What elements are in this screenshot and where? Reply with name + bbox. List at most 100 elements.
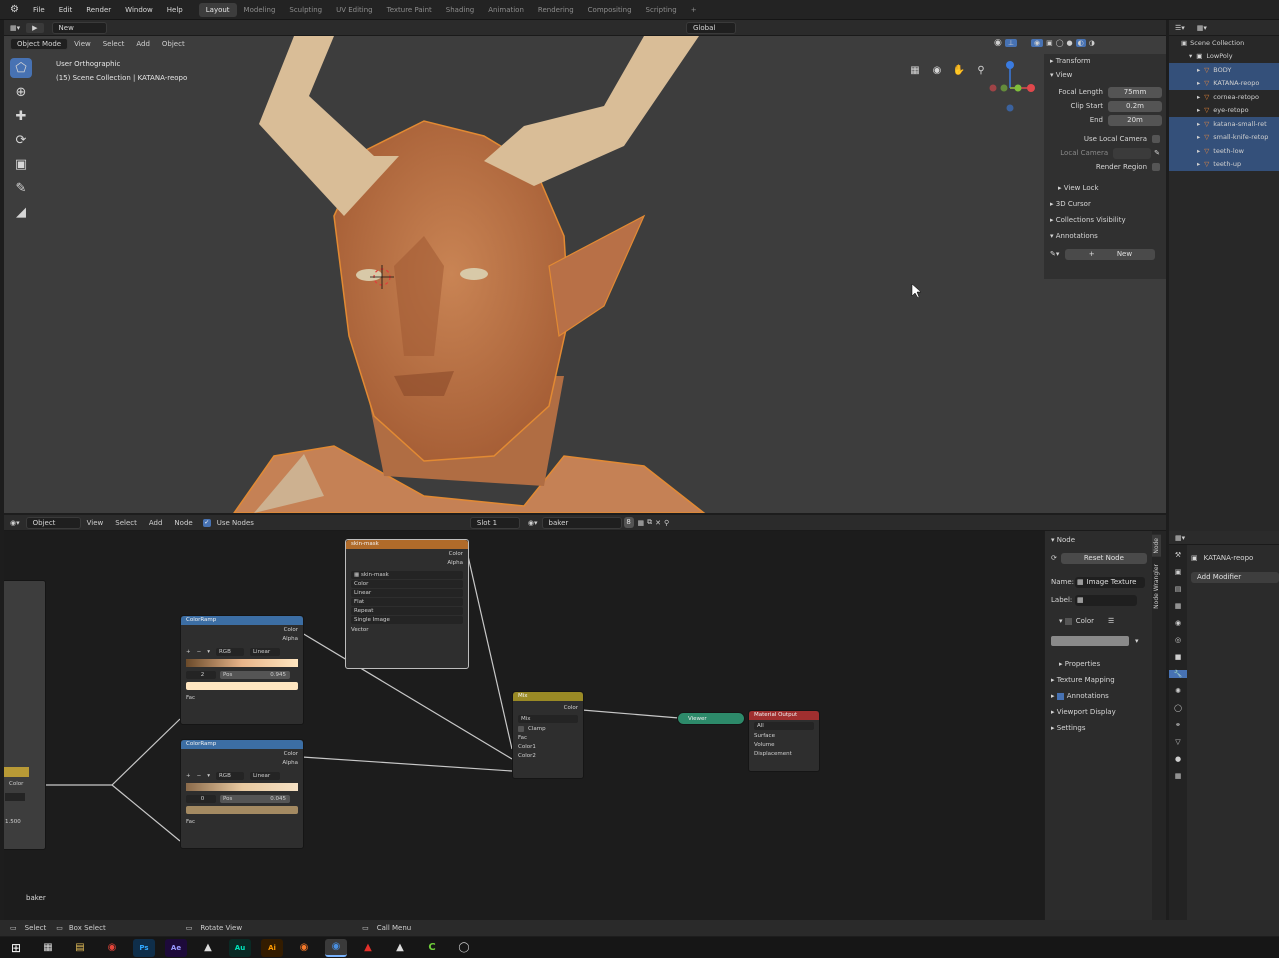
rotate-tool-icon[interactable]: ⟳ [10, 130, 32, 150]
source-dropdown[interactable]: Single Image [351, 616, 463, 624]
tab-rendering[interactable]: Rendering [531, 3, 581, 17]
add-stop-icon[interactable]: + [186, 773, 191, 779]
outliner-object-row[interactable]: ▸ ▽ eye-retopo [1169, 104, 1279, 118]
outliner-object-row[interactable]: ▸ ▽ cornea-retopo [1169, 90, 1279, 104]
outliner-object-row[interactable]: ▸ ▽ small-knife-retop [1169, 130, 1279, 144]
physics-tab-icon[interactable]: ◯ [1169, 704, 1187, 712]
editor-type-icon[interactable]: ▦▾ [4, 23, 26, 33]
scene-tab-icon[interactable]: ◉ [1169, 619, 1187, 627]
texture-mapping-section[interactable]: ▸ Texture Mapping [1045, 673, 1152, 687]
menu-render[interactable]: Render [80, 3, 117, 17]
disclosure-arrow-icon[interactable]: ▸ [1197, 133, 1200, 141]
view-section[interactable]: ▾ View [1044, 68, 1166, 82]
object-dropdown[interactable]: Object [25, 516, 81, 529]
colorramp2-interp[interactable]: Linear [249, 771, 280, 780]
colorramp2-gradient[interactable] [186, 783, 298, 791]
outliner-object-row[interactable]: ▸ ▽ teeth-low [1169, 144, 1279, 158]
focal-length-field[interactable]: 75mm [1108, 86, 1162, 98]
clip-start-field[interactable]: 0.2m [1108, 100, 1162, 112]
axis-gizmo[interactable] [984, 58, 1040, 114]
gizmo-toggle-icon[interactable]: ⊥ [1004, 39, 1017, 47]
disclosure-arrow-icon[interactable]: ▸ [1197, 93, 1200, 101]
left-partial-node[interactable]: Color 1.500 [4, 580, 46, 850]
outliner-object-row[interactable]: ▸ ▽ katana-small-ret [1169, 117, 1279, 131]
node-menu-add[interactable]: Add [143, 518, 169, 528]
remove-stop-icon[interactable]: − [197, 773, 202, 779]
viewport-display-section[interactable]: ▸ Viewport Display [1045, 705, 1152, 719]
color-presets-icon[interactable]: ☰ [1108, 617, 1114, 625]
modifier-tab-icon[interactable]: 🔧 [1169, 670, 1187, 678]
node-menu-select[interactable]: Select [109, 518, 143, 528]
after-effects-icon[interactable]: Ae [165, 938, 187, 957]
scale-tool-icon[interactable]: ▣ [10, 154, 32, 174]
3d-viewport[interactable]: User Orthographic (15) Scene Collection … [4, 36, 1166, 513]
projection-dropdown[interactable]: Flat [351, 598, 463, 606]
measure-tool-icon[interactable]: ◢ [10, 202, 32, 222]
colorramp2-pos-field[interactable]: Pos 0.045 [220, 794, 290, 803]
use-local-camera-checkbox[interactable] [1152, 135, 1160, 143]
tab-texture-paint[interactable]: Texture Paint [380, 3, 439, 17]
material-output-node[interactable]: Material Output All Surface Volume Displ… [748, 710, 820, 772]
menu-select[interactable]: Select [97, 39, 131, 49]
tab-modeling[interactable]: Modeling [237, 3, 283, 17]
colorramp1-gradient[interactable] [186, 659, 298, 667]
interpolation-dropdown[interactable]: Linear [351, 589, 463, 597]
left-node-value[interactable]: 1.500 [5, 819, 21, 825]
disclosure-arrow-icon[interactable]: ▸ [1197, 106, 1200, 114]
annotations-checkbox[interactable] [1056, 692, 1064, 700]
audition-icon[interactable]: Au [229, 938, 251, 957]
view-lock-section[interactable]: ▸ View Lock [1044, 181, 1166, 195]
settings-section[interactable]: ▸ Settings [1045, 721, 1152, 735]
unlink-material-icon[interactable]: ✕ [655, 519, 661, 527]
mix-node[interactable]: Mix Color Mix Clamp Fac Color1 Color2 [512, 691, 584, 779]
view-layer-tab-icon[interactable]: ▦ [1169, 602, 1187, 610]
blender-logo-icon[interactable]: ⚙ [4, 1, 25, 18]
add-workspace-button[interactable]: + [684, 3, 704, 17]
outliner-object-row[interactable]: ▸ ▽ teeth-up [1169, 157, 1279, 171]
node-menu-node[interactable]: Node [168, 518, 198, 528]
color-checkbox[interactable] [1064, 617, 1072, 625]
acrobat-icon[interactable]: ▲ [357, 939, 379, 957]
disclosure-arrow-icon[interactable]: ▸ [1197, 66, 1200, 74]
outliner-scene-collection[interactable]: ▣ Scene Collection [1169, 36, 1279, 50]
outliner-collection-row[interactable]: ▾ ▣ LowPoly [1169, 50, 1279, 64]
clip-end-field[interactable]: 20m [1108, 114, 1162, 126]
material-shading-icon[interactable]: ◐ [1075, 39, 1086, 47]
transform-section[interactable]: ▸ Transform [1044, 54, 1166, 68]
pan-hand-icon[interactable]: ✋ [950, 62, 968, 78]
reset-node-button[interactable]: Reset Node [1060, 552, 1147, 564]
task-view-icon[interactable]: ▦ [37, 939, 59, 957]
colorramp-node-1[interactable]: ColorRamp Color Alpha + − ▾ RGB Linear 2… [180, 615, 304, 725]
blender-taskbar-icon[interactable]: ◉ [293, 939, 315, 957]
tab-compositing[interactable]: Compositing [581, 3, 639, 17]
remove-stop-icon[interactable]: − [197, 649, 202, 655]
ramp-menu-icon[interactable]: ▾ [207, 773, 210, 779]
zbrush-icon[interactable]: ▲ [389, 939, 411, 957]
disclosure-arrow-icon[interactable]: ▸ [1197, 79, 1200, 87]
menu-object[interactable]: Object [156, 39, 191, 49]
illustrator-icon[interactable]: Ai [261, 938, 283, 957]
transform-orientation-dropdown[interactable]: Global [686, 21, 736, 34]
add-stop-icon[interactable]: + [186, 649, 191, 655]
output-tab-icon[interactable]: ▤ [1169, 585, 1187, 593]
outliner-object-row[interactable]: ▸ ▽ KATANA-reopo [1169, 76, 1279, 90]
tab-shading[interactable]: Shading [439, 3, 481, 17]
outliner-editor-icon[interactable]: ☰▾ [1169, 23, 1191, 33]
menu-view[interactable]: View [68, 39, 97, 49]
color-space-dropdown[interactable]: Color [351, 580, 463, 588]
extension-dropdown[interactable]: Repeat [351, 607, 463, 615]
photoshop-icon[interactable]: Ps [133, 938, 155, 957]
node-section[interactable]: ▾ Node [1045, 533, 1152, 547]
color-dropdown-icon[interactable]: ▾ [1135, 637, 1139, 645]
annotations-section[interactable]: ▾ Annotations [1044, 229, 1166, 243]
chrome-icon[interactable]: ◉ [101, 939, 123, 957]
node-name-field[interactable]: ▦ Image Texture [1075, 576, 1145, 588]
select-mode-icon[interactable]: ▶ [26, 22, 44, 33]
colorramp1-stop-color[interactable] [186, 682, 298, 690]
view-object-types-icon[interactable]: ◉ [994, 38, 1002, 48]
camera-view-icon[interactable]: ◉ [928, 62, 946, 78]
menu-add[interactable]: Add [130, 39, 156, 49]
image-selector[interactable]: ▦ skin-mask [351, 571, 463, 579]
menu-file[interactable]: File [27, 3, 51, 17]
add-modifier-button[interactable]: Add Modifier [1191, 572, 1279, 583]
